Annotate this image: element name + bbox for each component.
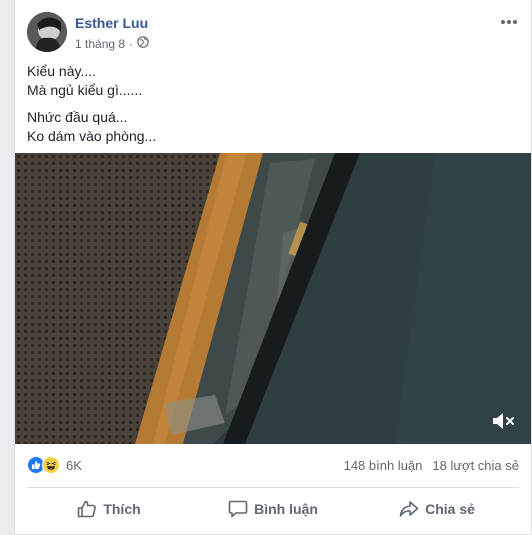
avatar[interactable] [27,12,67,52]
like-label: Thích [103,501,141,517]
post-line: Kiểu này.... [27,63,97,79]
post-card: Esther Luu 1 tháng 8 · Kiểu này.... Mà n… [14,0,532,535]
like-button[interactable]: Thích [27,490,191,528]
engagement-counts: 148 bình luận 18 lượt chia sẻ [344,458,519,473]
post-date[interactable]: 1 tháng 8 [75,37,125,51]
comment-icon [228,500,248,518]
divider [27,487,519,488]
author-name[interactable]: Esther Luu [75,15,148,31]
meta-separator: · [129,36,134,51]
comment-count[interactable]: 148 bình luận [344,458,423,473]
globe-icon [137,36,149,51]
comment-label: Bình luận [254,501,318,517]
reactions-summary[interactable]: 6K [27,455,82,475]
more-options-button[interactable] [499,14,519,30]
haha-icon [42,456,60,474]
post-line: Mà ngủ kiểu gì...... [27,82,143,98]
share-arrow-icon [399,500,419,518]
share-button[interactable]: Chia sẻ [355,490,519,528]
thumbs-up-icon [77,500,97,518]
share-count[interactable]: 18 lượt chia sẻ [432,458,519,473]
video-frame [15,153,531,444]
post-meta: 1 tháng 8 · [75,36,149,51]
post-line: Nhức đầu quá... [27,109,128,125]
post-line: Ko dám vào phòng... [27,128,157,144]
speaker-muted-icon[interactable] [491,410,517,432]
share-label: Chia sẻ [425,501,475,517]
post-text: Kiểu này.... Mà ngủ kiểu gì...... Nhức đ… [27,62,507,146]
action-bar: Thích Bình luận Chia sẻ [27,490,519,528]
video-player[interactable] [15,153,531,444]
reaction-count: 6K [66,457,82,473]
comment-button[interactable]: Bình luận [191,490,355,528]
post-header: Esther Luu 1 tháng 8 · [27,12,517,54]
